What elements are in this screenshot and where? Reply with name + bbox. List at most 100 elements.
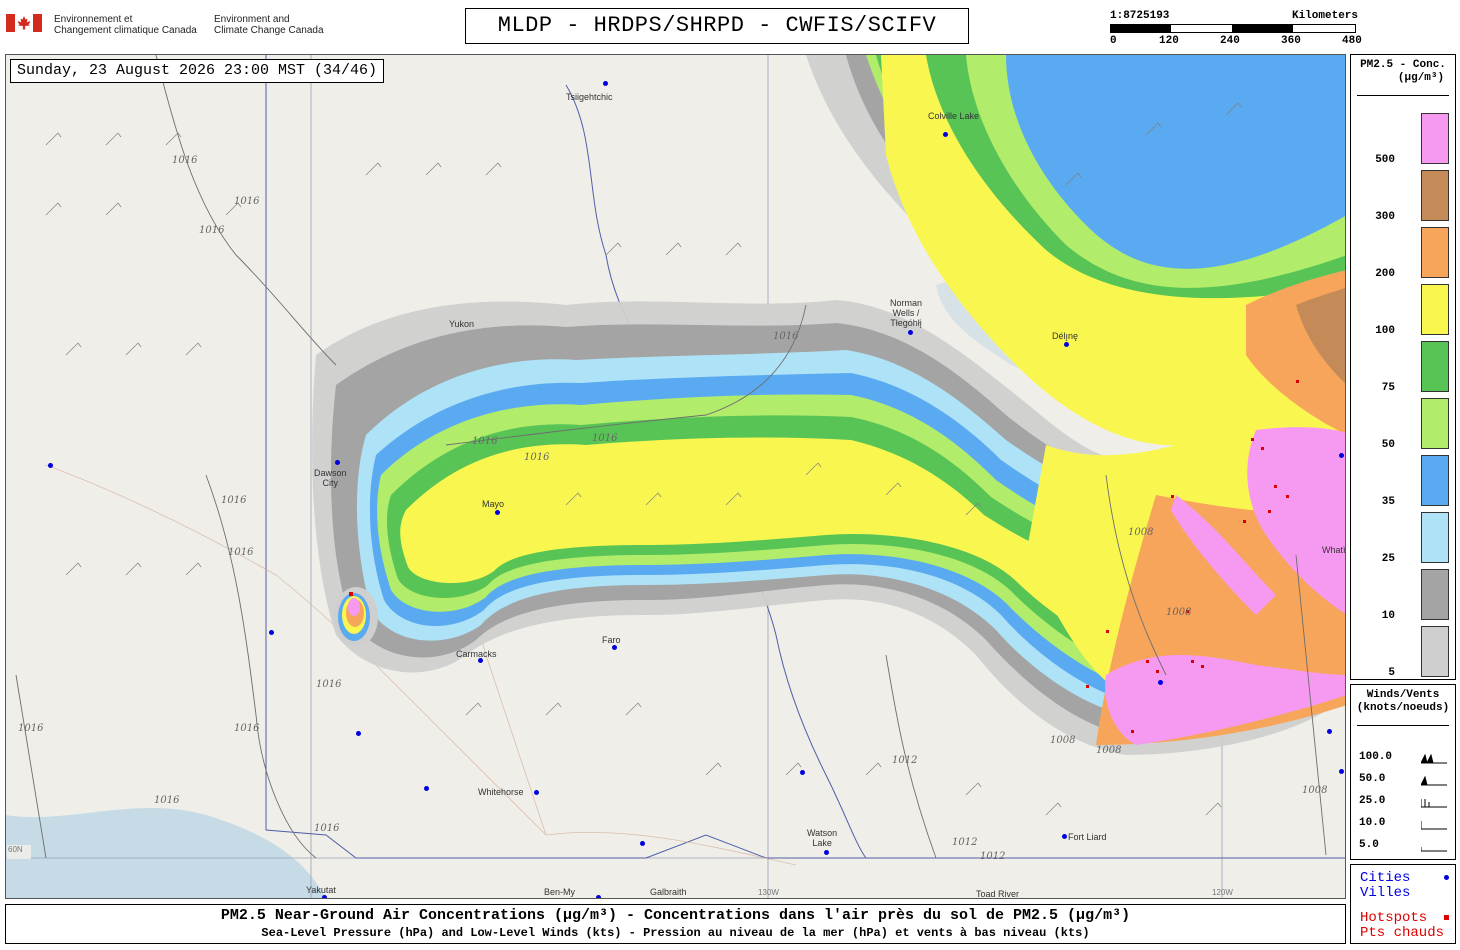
- isobar-label: 1016: [234, 196, 260, 207]
- city-marker[interactable]: [1327, 729, 1332, 734]
- government-name-english: Environment and Climate Change Canada: [214, 14, 324, 36]
- city-marker[interactable]: [335, 460, 340, 465]
- isobar-label: 1016: [199, 225, 225, 236]
- legend-swatch: [1421, 455, 1449, 506]
- scale-ratio: 1:8725193: [1110, 10, 1170, 22]
- legend-level-label: 300: [1375, 211, 1395, 223]
- city-marker[interactable]: [424, 786, 429, 791]
- city-label-watson-lake: Watson Lake: [807, 828, 838, 848]
- isobar-label: 1016: [316, 679, 342, 690]
- city-marker[interactable]: [1339, 453, 1344, 458]
- city-marker[interactable]: [824, 850, 829, 855]
- forecast-timestamp: Sunday, 23 August 2026 23:00 MST (34/46): [10, 59, 385, 83]
- isobar-label: 1016: [228, 547, 254, 558]
- legend-swatch: [1421, 170, 1449, 221]
- wind-speed-label: 5.0: [1359, 839, 1379, 851]
- city-marker[interactable]: [534, 790, 539, 795]
- legend-swatch: [1421, 227, 1449, 278]
- map-caption: PM2.5 Near-Ground Air Concentrations (µg…: [5, 904, 1346, 944]
- scale-unit: Kilometers: [1291, 10, 1358, 22]
- longitude-label: 130W: [758, 888, 779, 897]
- government-signature: Environnement et Changement climatique Ca…: [6, 12, 336, 40]
- scale-track: [1110, 24, 1356, 33]
- legend-swatch: [1421, 512, 1449, 563]
- city-label-mayo: Mayo: [482, 499, 505, 509]
- latitude-label: 60N: [8, 845, 23, 854]
- isobar-label: 1008: [1128, 527, 1154, 538]
- pm25-legend-title: PM2.5 - Conc. (µg/m³): [1360, 59, 1446, 84]
- legend-swatch: [1421, 341, 1449, 392]
- city-marker[interactable]: [48, 463, 53, 468]
- pm25-legend: PM2.5 - Conc. (µg/m³) 500 300 200 100 75 50 35…: [1350, 54, 1456, 680]
- isobar-label: 1012: [952, 837, 978, 848]
- caption-line-1: PM2.5 Near-Ground Air Concentrations (µg…: [220, 907, 1131, 924]
- legend-divider: [1357, 95, 1449, 96]
- hotspot-square-icon: [1444, 915, 1449, 920]
- symbol-legend: Cities Villes Hotspots Pts chauds: [1350, 864, 1456, 944]
- city-label-toad-river: Toad River: [976, 889, 1020, 899]
- legend-swatch: [1421, 284, 1449, 335]
- city-label-whitehorse: Whitehorse: [478, 787, 524, 797]
- wind-barb-5-icon: [1421, 847, 1447, 852]
- city-marker[interactable]: [943, 132, 948, 137]
- city-label-dawson-city: Dawson City: [314, 468, 347, 488]
- isobar-label: 1016: [221, 495, 247, 506]
- city-marker[interactable]: [269, 630, 274, 635]
- legend-swatch: [1421, 626, 1449, 677]
- city-marker[interactable]: [1339, 769, 1344, 774]
- scale-tick: 120: [1159, 35, 1179, 47]
- city-marker[interactable]: [1062, 834, 1067, 839]
- city-label-faro: Faro: [602, 635, 621, 645]
- city-label-ben-my: Ben-My: [544, 887, 576, 897]
- wind-barb-25-icon: [1421, 799, 1447, 808]
- legend-swatch: [1421, 113, 1449, 164]
- city-marker[interactable]: [322, 895, 327, 898]
- wind-barb-100-icon: [1421, 753, 1447, 764]
- scale-tick: 0: [1110, 35, 1117, 47]
- government-name-french: Environnement et Changement climatique Ca…: [54, 14, 197, 36]
- city-label-deline: Délı̨nę: [1052, 331, 1079, 341]
- scale-tick: 240: [1220, 35, 1240, 47]
- wind-legend: Winds/Vents (knots/noeuds) 100.0 50.0 25…: [1350, 684, 1456, 860]
- gulf-of-alaska: [6, 807, 325, 898]
- isobar-label: 1008: [1166, 607, 1192, 618]
- city-label-yakutat: Yakutat: [306, 885, 336, 895]
- city-marker[interactable]: [800, 770, 805, 775]
- isobar-label: 1016: [172, 155, 198, 166]
- city-marker[interactable]: [495, 510, 500, 515]
- isobar-label: 1016: [592, 433, 618, 444]
- city-marker[interactable]: [1158, 680, 1163, 685]
- isobar-label: 1016: [472, 436, 498, 447]
- city-marker[interactable]: [1064, 342, 1069, 347]
- city-marker[interactable]: [640, 841, 645, 846]
- wind-barb-10-icon: [1421, 821, 1447, 830]
- city-marker[interactable]: [908, 330, 913, 335]
- isobar-label: 1012: [980, 851, 1006, 862]
- city-label-colville-lake: Colville Lake: [928, 111, 980, 121]
- longitude-label: 120W: [1212, 888, 1233, 897]
- legend-level-label: 25: [1381, 553, 1395, 565]
- wind-speed-label: 100.0: [1359, 751, 1393, 763]
- city-marker[interactable]: [612, 645, 617, 650]
- city-marker[interactable]: [596, 895, 601, 898]
- map-view[interactable]: Sunday, 23 August 2026 23:00 MST (34/46)…: [5, 54, 1346, 899]
- isobar-label: 1012: [892, 755, 918, 766]
- city-label-fort-liard: Fort Liard: [1068, 832, 1107, 842]
- legend-swatch: [1421, 398, 1449, 449]
- wind-speed-label: 10.0: [1359, 817, 1386, 829]
- wind-barb-50-icon: [1421, 775, 1447, 786]
- legend-swatch: [1421, 569, 1449, 620]
- isobar-label: 1016: [524, 452, 550, 463]
- scale-tick: 360: [1281, 35, 1301, 47]
- city-label-carmacks: Carmacks: [456, 649, 497, 659]
- city-dot-icon: [1444, 875, 1449, 880]
- legend-level-label: 35: [1381, 496, 1395, 508]
- city-marker[interactable]: [356, 731, 361, 736]
- isobar-label: 1016: [18, 723, 44, 734]
- scale-tick: 480: [1342, 35, 1362, 47]
- isobar-label: 1016: [154, 795, 180, 806]
- city-marker[interactable]: [603, 81, 608, 86]
- map-canvas[interactable]: [6, 55, 1346, 899]
- canada-flag-icon: [6, 14, 42, 32]
- legend-level-label: 50: [1381, 439, 1395, 451]
